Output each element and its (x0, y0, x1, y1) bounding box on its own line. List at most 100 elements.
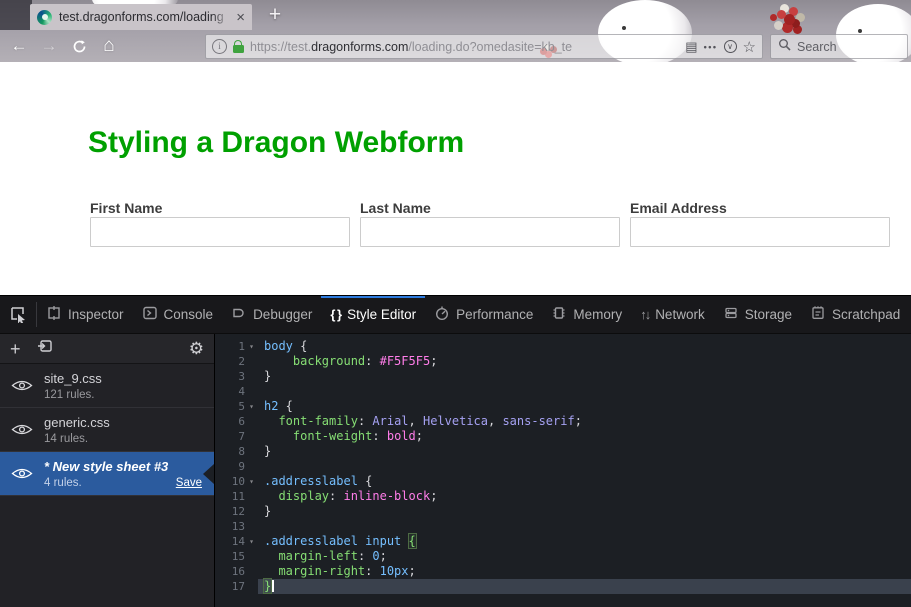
fold-arrow-icon[interactable] (245, 519, 258, 534)
tab-title: test.dragonforms.com/loading (59, 10, 230, 24)
line-number[interactable]: 5 (215, 399, 245, 414)
code-line: 10▾.addresslabel { (215, 474, 911, 489)
code-line: 15 margin-left: 0; (215, 549, 911, 564)
site-favicon-icon (37, 10, 52, 25)
fold-arrow-icon[interactable]: ▾ (245, 399, 258, 414)
fold-arrow-icon[interactable] (245, 579, 258, 594)
home-button[interactable]: ⌂ (96, 30, 122, 62)
line-number[interactable]: 9 (215, 459, 245, 474)
line-number[interactable]: 17 (215, 579, 245, 594)
search-placeholder: Search (797, 40, 837, 54)
console-icon (142, 305, 158, 324)
tab-inspector[interactable]: Inspector (37, 296, 133, 333)
line-number[interactable]: 16 (215, 564, 245, 579)
fold-arrow-icon[interactable]: ▾ (245, 339, 258, 354)
tab-debugger[interactable]: Debugger (222, 296, 321, 333)
fold-arrow-icon[interactable] (245, 564, 258, 579)
browser-window: test.dragonforms.com/loading × + ← → ⌂ i… (0, 0, 911, 607)
inspector-icon (46, 305, 62, 324)
fold-arrow-icon[interactable] (245, 354, 258, 369)
fold-arrow-icon[interactable] (245, 369, 258, 384)
tab-console[interactable]: Console (133, 296, 223, 333)
code-line: 6 font-family: Arial, Helvetica, sans-se… (215, 414, 911, 429)
code-line: 16 margin-right: 10px; (215, 564, 911, 579)
new-tab-button[interactable]: + (262, 2, 288, 28)
url-bar[interactable]: i https://test.dragonforms.com/loading.d… (205, 34, 763, 59)
stylesheet-name: site_9.css (44, 371, 202, 386)
fold-arrow-icon[interactable] (245, 549, 258, 564)
fold-arrow-icon[interactable] (245, 444, 258, 459)
stylesheet-sidebar: + ⚙ site_9.css 121 rules. generic.css (0, 334, 215, 607)
fold-arrow-icon[interactable]: ▾ (245, 474, 258, 489)
stylesheet-item-new-sheet[interactable]: * New style sheet #3 4 rules.Save (0, 452, 214, 496)
tab-storage[interactable]: Storage (714, 296, 801, 333)
browser-tab[interactable]: test.dragonforms.com/loading × (30, 4, 252, 30)
code-line: 4 (215, 384, 911, 399)
url-domain: dragonforms.com (311, 40, 408, 54)
line-number[interactable]: 14 (215, 534, 245, 549)
visibility-eye-icon[interactable] (0, 379, 44, 392)
code-line: 1▾body { (215, 339, 911, 354)
reader-mode-icon[interactable]: ▤ (685, 39, 697, 55)
last-name-label: Last Name (360, 200, 431, 216)
fold-arrow-icon[interactable] (245, 504, 258, 519)
fold-arrow-icon[interactable] (245, 384, 258, 399)
tab-style-editor[interactable]: { } Style Editor (321, 296, 425, 333)
tab-bar: test.dragonforms.com/loading × + (0, 0, 911, 30)
visibility-eye-icon[interactable] (0, 423, 44, 436)
page-title: Styling a Dragon Webform (88, 126, 464, 160)
bookmark-star-icon[interactable]: ☆ (743, 38, 756, 56)
tab-close-icon[interactable]: × (236, 10, 245, 25)
line-number[interactable]: 12 (215, 504, 245, 519)
refresh-button[interactable] (66, 30, 92, 62)
line-number[interactable]: 13 (215, 519, 245, 534)
devtools-panel: Inspector Console Debugger { } Style Edi… (0, 295, 911, 607)
line-number[interactable]: 10 (215, 474, 245, 489)
fold-arrow-icon[interactable] (245, 414, 258, 429)
fold-arrow-icon[interactable] (245, 489, 258, 504)
debugger-icon (231, 305, 247, 324)
node-picker-button[interactable] (0, 296, 36, 333)
code-line: 3} (215, 369, 911, 384)
code-editor[interactable]: 1▾body {2 background: #F5F5F5;3}45▾h2 {6… (215, 334, 911, 607)
forward-button[interactable]: → (36, 30, 62, 62)
new-stylesheet-button[interactable]: + (10, 341, 21, 357)
line-number[interactable]: 1 (215, 339, 245, 354)
stylesheet-item-generic[interactable]: generic.css 14 rules. (0, 408, 214, 452)
save-link[interactable]: Save (176, 477, 202, 489)
fold-arrow-icon[interactable]: ▾ (245, 534, 258, 549)
back-button[interactable]: ← (6, 30, 32, 62)
url-text: https://test.dragonforms.com/loading.do?… (250, 40, 679, 54)
tab-memory[interactable]: Memory (542, 296, 631, 333)
line-number[interactable]: 2 (215, 354, 245, 369)
line-number[interactable]: 8 (215, 444, 245, 459)
email-address-label: Email Address (630, 200, 727, 216)
tab-performance[interactable]: Performance (425, 296, 542, 333)
page-info-icon[interactable]: i (212, 39, 227, 54)
line-number[interactable]: 15 (215, 549, 245, 564)
stylesheet-item-site9[interactable]: site_9.css 121 rules. (0, 364, 214, 408)
pocket-icon[interactable]: ∨ (724, 40, 737, 53)
first-name-label: First Name (90, 200, 162, 216)
code-line: 8} (215, 444, 911, 459)
import-stylesheet-button[interactable] (37, 338, 54, 359)
tab-network[interactable]: ↑↓ Network (631, 296, 714, 333)
fold-arrow-icon[interactable] (245, 459, 258, 474)
line-number[interactable]: 6 (215, 414, 245, 429)
line-number[interactable]: 11 (215, 489, 245, 504)
visibility-eye-icon[interactable] (0, 467, 44, 480)
first-name-field[interactable] (90, 217, 350, 247)
code-line: 7 font-weight: bold; (215, 429, 911, 444)
line-number[interactable]: 7 (215, 429, 245, 444)
line-number[interactable]: 4 (215, 384, 245, 399)
fold-arrow-icon[interactable] (245, 429, 258, 444)
line-number[interactable]: 3 (215, 369, 245, 384)
gear-icon[interactable]: ⚙ (189, 339, 204, 359)
last-name-field[interactable] (360, 217, 620, 247)
search-icon (778, 38, 791, 56)
tab-scratchpad[interactable]: Scratchpad (801, 296, 909, 333)
page-actions-icon[interactable]: ••• (704, 42, 718, 52)
https-lock-icon[interactable] (233, 45, 244, 53)
email-address-field[interactable] (630, 217, 890, 247)
search-input[interactable]: Search (770, 34, 908, 59)
